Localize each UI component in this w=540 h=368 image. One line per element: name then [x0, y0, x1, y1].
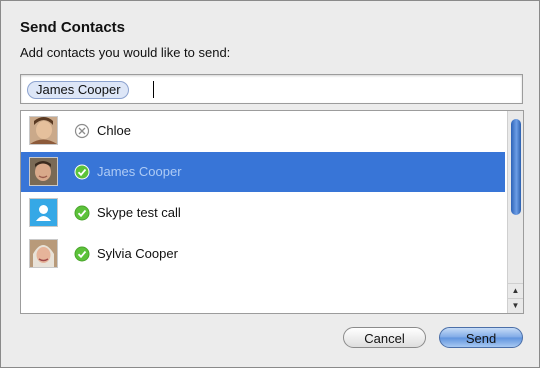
online-status-icon	[74, 205, 90, 221]
default-person-avatar	[29, 198, 58, 227]
scrollbar-thumb[interactable]	[511, 119, 521, 215]
scroll-down-arrow-icon[interactable]: ▼	[508, 298, 523, 313]
contact-list[interactable]: Chloe James Cooper Skype test call Sylvi…	[20, 110, 524, 314]
dialog-subtitle: Add contacts you would like to send:	[20, 45, 231, 60]
avatar	[29, 239, 58, 268]
dialog-title: Send Contacts	[20, 19, 126, 36]
send-button[interactable]: Send	[439, 327, 523, 348]
contacts-token-field[interactable]: James Cooper	[20, 74, 523, 104]
send-contacts-dialog: Send Contacts Add contacts you would lik…	[0, 0, 540, 368]
contact-name: Chloe	[97, 123, 131, 138]
contact-row-chloe[interactable]: Chloe	[21, 111, 505, 151]
contact-row-james-cooper[interactable]: James Cooper	[21, 152, 505, 192]
avatar	[29, 157, 58, 186]
avatar	[29, 116, 58, 145]
online-status-icon	[74, 246, 90, 262]
contact-name: James Cooper	[97, 164, 182, 179]
online-status-icon	[74, 164, 90, 180]
text-caret	[153, 81, 154, 98]
cancel-button[interactable]: Cancel	[343, 327, 426, 348]
contact-token[interactable]: James Cooper	[27, 81, 129, 99]
offline-status-icon	[74, 123, 90, 139]
contact-name: Skype test call	[97, 205, 181, 220]
contact-name: Sylvia Cooper	[97, 246, 178, 261]
vertical-scrollbar[interactable]: ▲ ▼	[507, 111, 523, 313]
scroll-up-arrow-icon[interactable]: ▲	[508, 283, 523, 298]
contact-row-skype-test-call[interactable]: Skype test call	[21, 193, 505, 233]
contact-row-sylvia-cooper[interactable]: Sylvia Cooper	[21, 234, 505, 274]
